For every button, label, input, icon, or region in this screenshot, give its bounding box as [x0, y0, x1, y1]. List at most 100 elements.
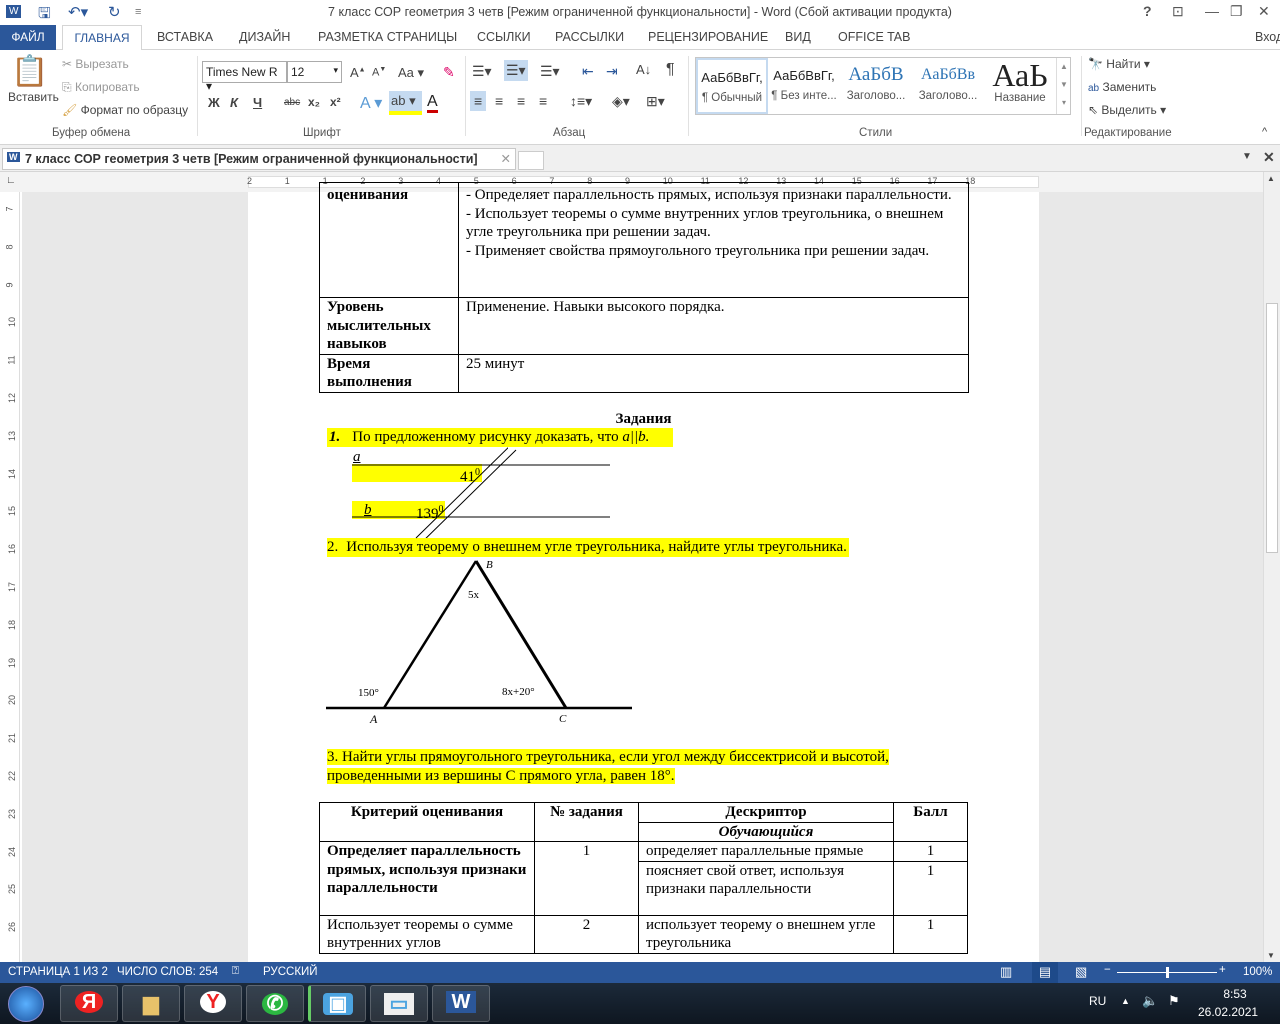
zoom-out-icon[interactable]: − — [1104, 964, 1111, 976]
ribbon-display-icon[interactable]: ⊡ — [1172, 3, 1184, 20]
replace-button[interactable]: ab Заменить — [1088, 80, 1156, 94]
zoom-slider-thumb[interactable] — [1166, 967, 1169, 978]
criterion-cell: Использует теоремы о сумме внутренних уг… — [319, 914, 535, 954]
collapse-ribbon-icon[interactable]: ^ — [1262, 126, 1267, 138]
shrink-font-icon[interactable]: A▼ — [372, 66, 386, 79]
font-name-value: Times New R — [206, 65, 278, 79]
print-layout-icon[interactable]: ▤ — [1032, 962, 1058, 983]
read-mode-icon[interactable]: ▥ — [1000, 964, 1012, 980]
tab-file[interactable]: ФАЙЛ — [0, 25, 56, 50]
taskbar: Я ▆ Y ✆ ▣ ▭ W RU ▲ 🔈 ⚑ 8:53 26.02.2021 — [0, 983, 1280, 1024]
vertical-scrollbar[interactable]: ▲ ▼ — [1263, 172, 1280, 962]
task-number: 1. — [329, 429, 341, 445]
taskbar-presentation[interactable]: ▭ — [370, 985, 428, 1022]
sort-icon[interactable]: A↓ — [636, 62, 651, 77]
tab-design[interactable]: ДИЗАЙН — [239, 30, 290, 44]
tab-list-icon[interactable]: ▼ — [1242, 151, 1252, 162]
help-icon[interactable]: ? — [1143, 3, 1152, 19]
align-right-icon[interactable]: ≡ — [517, 93, 525, 109]
word-count[interactable]: ЧИСЛО СЛОВ: 254 — [117, 966, 218, 978]
clock-date[interactable]: 26.02.2021 — [1198, 1005, 1258, 1019]
tab-home[interactable]: ГЛАВНАЯ — [62, 25, 142, 51]
web-layout-icon[interactable]: ▧ — [1075, 964, 1087, 980]
styles-scroll[interactable]: ▲ ▼ ▾ — [1056, 58, 1071, 114]
show-marks-icon[interactable]: ¶ — [666, 61, 675, 79]
numbering-icon[interactable]: ☰▾ — [504, 60, 528, 81]
font-name-select[interactable]: Times New R ▾ — [202, 61, 287, 93]
clock-time[interactable]: 8:53 — [1210, 987, 1260, 1001]
font-size-select[interactable]: 12 ▾ — [287, 61, 342, 83]
language[interactable]: РУССКИЙ — [263, 966, 318, 978]
paste-button[interactable]: 📋 Вставить — [8, 54, 59, 104]
taskbar-explorer[interactable]: ▆ — [122, 985, 180, 1022]
minimize-icon[interactable]: — — [1205, 3, 1219, 19]
font-color-icon[interactable]: A — [427, 93, 438, 113]
tab-selector[interactable]: ∟ — [6, 175, 16, 186]
sign-in-link[interactable]: Вход — [1255, 30, 1280, 44]
highlight-color-icon[interactable]: ab ▾ — [389, 91, 422, 115]
underline-button[interactable]: Ч — [253, 95, 262, 110]
style-heading1[interactable]: АаБбВ Заголово... — [840, 58, 912, 114]
new-tab-button[interactable] — [518, 151, 544, 170]
tab-close-icon[interactable]: ✕ — [501, 151, 511, 166]
justify-icon[interactable]: ≡ — [539, 93, 547, 109]
close-document-icon[interactable]: ✕ — [1263, 149, 1275, 166]
tray-expand-icon[interactable]: ▲ — [1121, 996, 1130, 1006]
borders-icon[interactable]: ⊞▾ — [646, 93, 665, 110]
decrease-indent-icon[interactable]: ⇤ — [582, 63, 594, 80]
taskbar-yandex[interactable]: Я — [60, 985, 118, 1022]
tab-layout[interactable]: РАЗМЕТКА СТРАНИЦЫ — [318, 30, 457, 44]
taskbar-yandex-browser[interactable]: Y — [184, 985, 242, 1022]
align-left-icon[interactable]: ≡ — [470, 91, 487, 111]
multilevel-list-icon[interactable]: ☰▾ — [540, 63, 560, 80]
subscript-icon[interactable]: x₂ — [308, 95, 320, 109]
change-case-icon[interactable]: Aa ▾ — [398, 65, 424, 81]
cut-button[interactable]: ✂ Вырезать — [62, 57, 129, 71]
replace-icon: ab — [1088, 83, 1100, 94]
find-button[interactable]: 🔭 Найти ▾ — [1088, 57, 1150, 71]
tab-office-tab[interactable]: OFFICE TAB — [838, 30, 910, 44]
scrollbar-thumb[interactable] — [1266, 303, 1278, 553]
tab-insert[interactable]: ВСТАВКА — [157, 30, 213, 44]
table-row: Использует теоремы о сумме внутренних уг… — [319, 914, 968, 954]
style-heading2[interactable]: АаБбВв Заголово... — [912, 58, 984, 114]
text-effects-icon[interactable]: A ▾ — [360, 93, 382, 113]
taskbar-video[interactable]: ▣ — [308, 985, 366, 1022]
italic-button[interactable]: К — [230, 95, 238, 110]
action-center-flag-icon[interactable]: ⚑ — [1168, 993, 1180, 1009]
tab-references[interactable]: ССЫЛКИ — [477, 30, 531, 44]
select-button[interactable]: ⇖ Выделить ▾ — [1088, 103, 1166, 117]
line-spacing-icon[interactable]: ↕≡▾ — [570, 93, 592, 110]
input-language[interactable]: RU — [1089, 994, 1106, 1008]
start-button[interactable] — [8, 986, 44, 1022]
scroll-down-icon[interactable]: ▼ — [1267, 951, 1275, 960]
tab-view[interactable]: ВИД — [785, 30, 811, 44]
bullets-icon[interactable]: ☰▾ — [472, 63, 492, 80]
increase-indent-icon[interactable]: ⇥ — [606, 63, 618, 80]
document-tab[interactable]: W 7 класс СОР геометрия 3 четв [Режим огр… — [2, 148, 516, 170]
copy-button[interactable]: ⎘ Копировать — [62, 80, 140, 95]
style-normal[interactable]: АаБбВвГг, ¶ Обычный — [696, 58, 768, 114]
strikethrough-button[interactable]: abc — [284, 97, 300, 108]
tab-mailings[interactable]: РАССЫЛКИ — [555, 30, 624, 44]
proofing-icon[interactable]: ⍰ — [232, 965, 239, 978]
taskbar-word[interactable]: W — [432, 985, 490, 1022]
page-count[interactable]: СТРАНИЦА 1 ИЗ 2 — [8, 966, 108, 978]
close-icon[interactable]: ✕ — [1258, 3, 1270, 20]
restore-icon[interactable]: ❐ — [1230, 3, 1243, 20]
style-no-spacing[interactable]: АаБбВвГг, ¶ Без инте... — [768, 58, 840, 114]
taskbar-whatsapp[interactable]: ✆ — [246, 985, 304, 1022]
clear-formatting-icon[interactable]: ✎ — [443, 64, 455, 81]
superscript-icon[interactable]: x² — [330, 95, 341, 109]
zoom-in-icon[interactable]: + — [1219, 964, 1226, 976]
volume-icon[interactable]: 🔈 — [1142, 993, 1158, 1009]
zoom-level[interactable]: 100% — [1243, 966, 1272, 978]
tab-review[interactable]: РЕЦЕНЗИРОВАНИЕ — [648, 30, 768, 44]
grow-font-icon[interactable]: A▲ — [350, 65, 366, 80]
align-center-icon[interactable]: ≡ — [495, 93, 503, 109]
bold-button[interactable]: Ж — [208, 95, 220, 110]
style-title[interactable]: АаЬ Название — [984, 58, 1056, 114]
scroll-up-icon[interactable]: ▲ — [1267, 174, 1275, 183]
format-painter-button[interactable]: 🖌 Формат по образцу — [62, 103, 188, 117]
shading-icon[interactable]: ◈▾ — [612, 93, 630, 110]
